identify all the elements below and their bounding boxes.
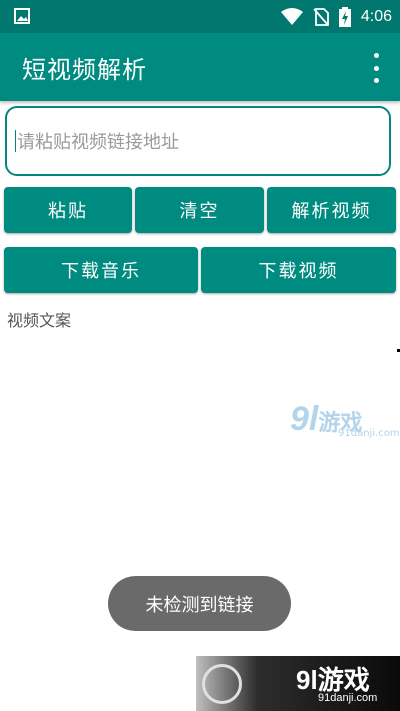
- watermark-banner: 9l游戏 91danji.com: [196, 656, 400, 711]
- status-time: 4:06: [360, 8, 392, 25]
- url-input-placeholder: 请粘贴视频链接地址: [17, 132, 179, 153]
- image-icon: [14, 8, 30, 24]
- paste-button[interactable]: 粘贴: [4, 187, 132, 233]
- banner-logo-icon: [202, 664, 242, 704]
- watermark-domain: 91danji.com: [338, 428, 400, 439]
- download-video-button[interactable]: 下载视频: [201, 247, 396, 293]
- banner-domain: 91danji.com: [318, 692, 378, 704]
- status-bar: 4:06: [0, 0, 400, 33]
- more-vert-icon[interactable]: [370, 53, 382, 83]
- url-input[interactable]: 请粘贴视频链接地址: [5, 106, 391, 176]
- no-sim-icon: [313, 8, 329, 26]
- parse-video-button[interactable]: 解析视频: [267, 187, 396, 233]
- wifi-icon: [280, 8, 303, 25]
- app-bar: 短视频解析: [0, 33, 400, 101]
- video-caption-label: 视频文案: [7, 311, 72, 330]
- text-cursor: [15, 130, 16, 152]
- app-title: 短视频解析: [22, 56, 147, 84]
- download-music-button[interactable]: 下载音乐: [4, 247, 198, 293]
- toast-message: 未检测到链接: [108, 576, 291, 631]
- battery-charging-icon: [338, 7, 351, 27]
- clear-button[interactable]: 清空: [135, 187, 264, 233]
